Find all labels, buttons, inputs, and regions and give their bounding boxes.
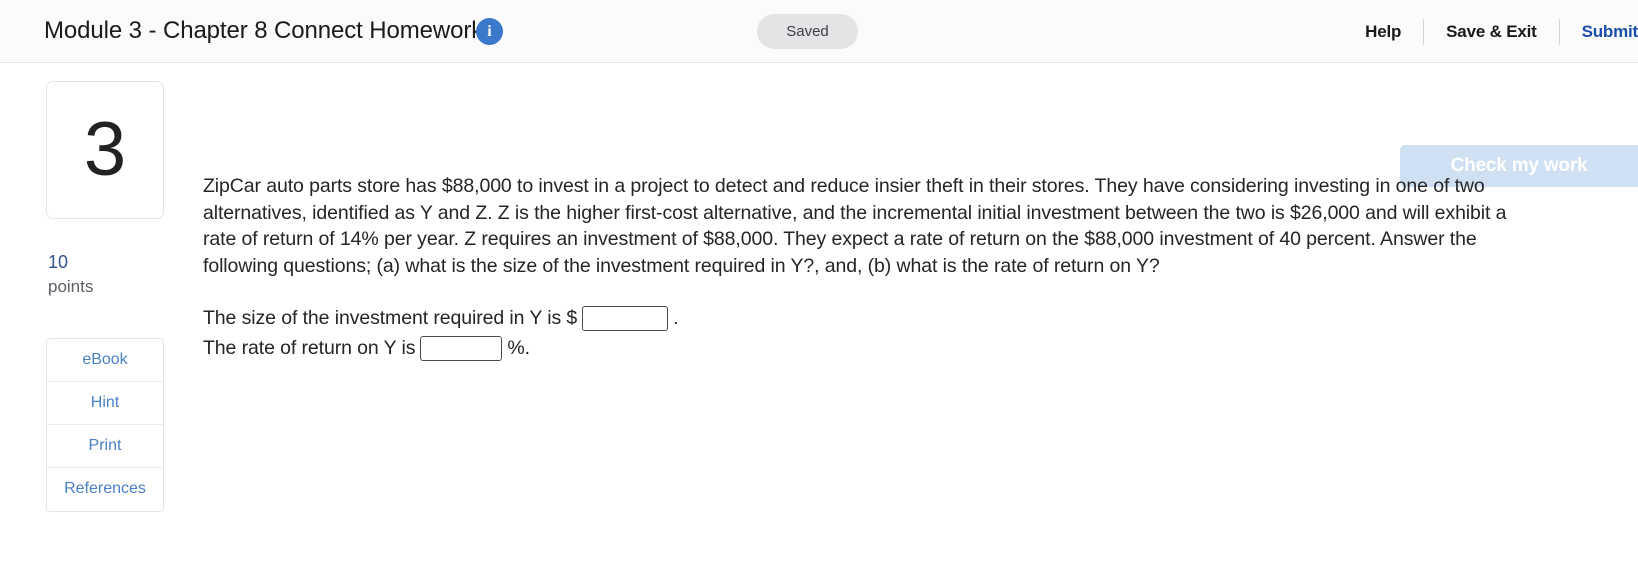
status-badge: Saved [757, 14, 858, 49]
sidebar-item-references[interactable]: References [47, 467, 163, 511]
header-actions: Help Save & Exit Submit [1343, 0, 1638, 63]
page-title: Module 3 - Chapter 8 Connect Homework [44, 17, 484, 44]
help-link[interactable]: Help [1343, 22, 1423, 42]
sidebar-item-print[interactable]: Print [47, 424, 163, 468]
info-icon[interactable]: i [476, 18, 503, 45]
answer-row-rate: The rate of return on Y is %. [203, 334, 1543, 362]
answer-label-rate: The rate of return on Y is [203, 337, 416, 359]
investment-amount-input[interactable] [582, 305, 669, 331]
sidebar-item-ebook[interactable]: eBook [47, 338, 163, 382]
answer-suffix-investment: . [673, 307, 679, 329]
question-number-card: 3 [46, 81, 164, 219]
answer-fields: The size of the investment required in Y… [203, 304, 1543, 362]
sidebar-tools: eBook Hint Print References [46, 337, 164, 512]
points-value: 10 [48, 252, 69, 272]
question-text: ZipCar auto parts store has $88,000 to i… [203, 175, 1507, 277]
points-block: 10 points [46, 249, 164, 300]
question-sidebar: 3 10 points eBook Hint Print References [46, 81, 164, 512]
save-and-exit-link[interactable]: Save & Exit [1424, 22, 1558, 42]
rate-of-return-input[interactable] [420, 335, 503, 361]
answer-suffix-rate: %. [507, 337, 530, 359]
answer-label-investment: The size of the investment required in Y… [203, 307, 578, 329]
app-header: Module 3 - Chapter 8 Connect Homework i … [0, 0, 1638, 63]
answer-row-investment: The size of the investment required in Y… [203, 304, 1543, 332]
sidebar-item-hint[interactable]: Hint [47, 381, 163, 425]
question-body: ZipCar auto parts store has $88,000 to i… [203, 173, 1543, 362]
points-label: points [48, 277, 94, 297]
submit-link[interactable]: Submit [1560, 22, 1638, 42]
question-number: 3 [83, 107, 127, 192]
content-area: 3 10 points eBook Hint Print References … [0, 63, 1638, 565]
